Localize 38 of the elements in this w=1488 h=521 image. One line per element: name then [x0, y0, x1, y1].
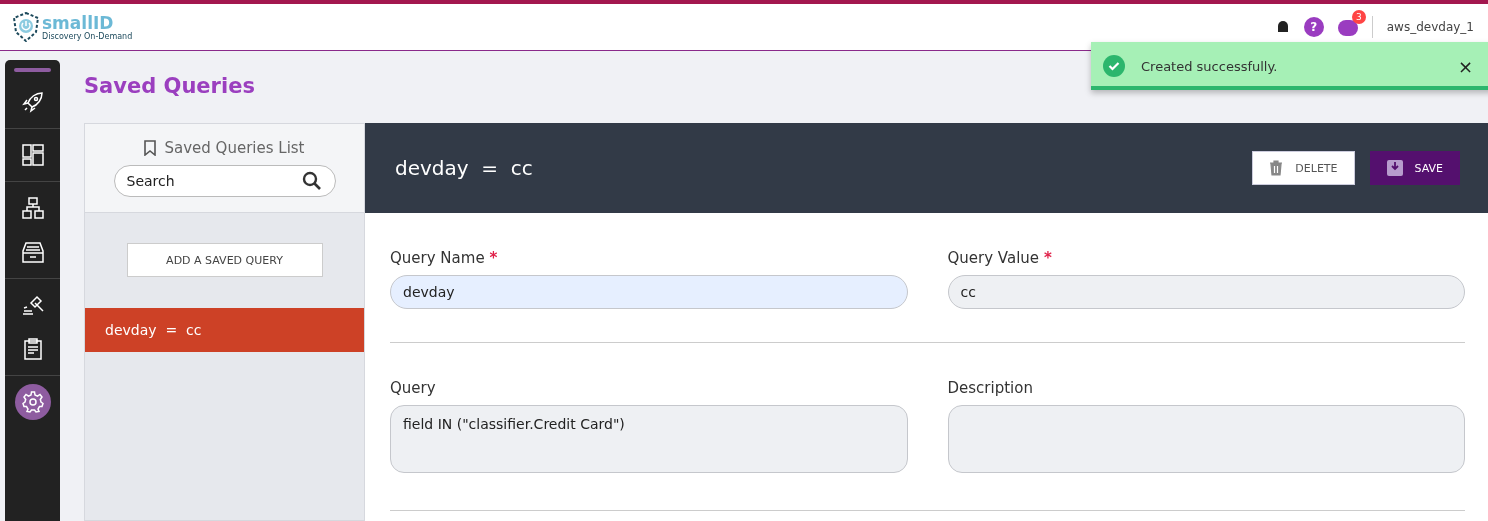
notification-count: 3 — [1351, 10, 1366, 24]
logo-tagline: Discovery On-Demand — [42, 31, 133, 41]
page-title: Saved Queries — [84, 73, 256, 99]
download-icon — [1386, 160, 1403, 176]
settings-icon — [21, 391, 44, 413]
clipboard-icon — [21, 338, 44, 360]
input-field[interactable]: devday — [390, 275, 908, 309]
delete-button[interactable]: DELETE — [1252, 151, 1355, 185]
field-label: Query Value — [947, 249, 1040, 267]
detail-title: devday = cc — [395, 156, 534, 180]
field-label: Query — [390, 379, 436, 397]
saved-query-item[interactable]: devday = cc — [85, 308, 364, 352]
check-circle-icon — [1103, 55, 1125, 77]
close-button[interactable]: × — [1455, 55, 1475, 77]
field-label: Description — [947, 379, 1033, 397]
add-saved-query-button[interactable]: ADD A SAVED QUERY — [126, 243, 323, 277]
toast-message: Created successfully. — [1141, 58, 1279, 74]
field-label: Query Name — [390, 249, 485, 267]
required-mark: * — [1044, 249, 1052, 267]
gavel-icon — [21, 294, 44, 316]
user-name[interactable]: aws_devday_1 — [1386, 20, 1474, 34]
shield-power-icon — [12, 12, 40, 42]
drawer-icon — [21, 241, 44, 263]
trash-icon — [1269, 160, 1284, 176]
logo-name: smallID — [42, 13, 114, 32]
input-field[interactable]: cc — [947, 275, 1465, 309]
settings-nav-item[interactable] — [14, 384, 51, 420]
dashboard-icon — [21, 144, 44, 166]
search-field[interactable]: Search — [113, 165, 336, 197]
help-button[interactable]: ? — [1303, 17, 1324, 37]
bookmark-icon — [144, 140, 157, 156]
sitemap-icon — [21, 197, 44, 219]
save-button[interactable]: SAVE — [1369, 151, 1460, 185]
required-mark: * — [489, 249, 498, 267]
search-icon[interactable] — [301, 171, 322, 191]
rocket-icon — [21, 91, 44, 113]
list-title: Saved Queries List — [164, 139, 305, 157]
text-area[interactable]: field IN ("classifier.Credit Card") — [390, 405, 908, 473]
